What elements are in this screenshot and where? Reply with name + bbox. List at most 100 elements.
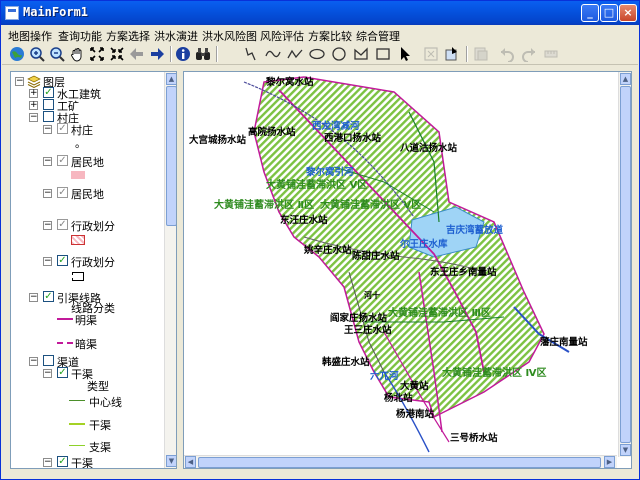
- layer-row[interactable]: − ✓ 村庄: [13, 122, 163, 137]
- title-bar[interactable]: MainForm1 _ □ ×: [1, 1, 639, 25]
- menu-query[interactable]: 查询功能: [58, 28, 102, 44]
- map-label[interactable]: 高院扬水站: [248, 124, 296, 138]
- layer-checkbox[interactable]: [43, 111, 54, 122]
- map-label[interactable]: 大宫城扬水站: [189, 132, 246, 146]
- map-label[interactable]: 尔王庄水库: [400, 236, 448, 250]
- expander[interactable]: −: [43, 257, 52, 266]
- layer-checkbox[interactable]: [43, 99, 54, 110]
- close-button[interactable]: ×: [619, 4, 637, 22]
- pan-hand-icon[interactable]: [68, 45, 86, 63]
- expander[interactable]: −: [43, 458, 52, 467]
- expander[interactable]: −: [29, 113, 38, 122]
- layer-row[interactable]: − ✓ 居民地: [13, 154, 163, 169]
- scroll-down-arrow[interactable]: ▼: [166, 455, 176, 467]
- layer-checkbox[interactable]: ✓: [43, 87, 54, 98]
- expander[interactable]: −: [29, 293, 38, 302]
- draw-curve-icon[interactable]: [264, 45, 282, 63]
- zoom-in-icon[interactable]: [28, 45, 46, 63]
- expander[interactable]: −: [43, 125, 52, 134]
- layer-checkbox[interactable]: ✓: [43, 291, 54, 302]
- map-view[interactable]: 黎尔窝水站 大宫城扬水站 高院扬水站 西港口扬水站 八道沽扬水站 西龙湾减河 黎…: [183, 71, 632, 469]
- map-label[interactable]: 六兀河: [370, 368, 399, 382]
- menu-risk-assess[interactable]: 风险评估: [260, 28, 304, 44]
- map-label[interactable]: 黎尔窝水站: [266, 74, 314, 88]
- map-label[interactable]: 三号桥水站: [450, 430, 498, 444]
- measure-icon[interactable]: [542, 45, 560, 63]
- clear-select-icon[interactable]: [422, 45, 440, 63]
- back-icon[interactable]: [128, 45, 146, 63]
- layer-row[interactable]: − ✓ 行政划分: [13, 254, 163, 269]
- scroll-thumb[interactable]: [198, 457, 601, 468]
- maximize-button[interactable]: □: [600, 4, 618, 22]
- map-label[interactable]: 吉庆湾蓄放道: [446, 222, 503, 236]
- layer-checkbox[interactable]: ✓: [57, 219, 68, 230]
- scroll-thumb[interactable]: [620, 86, 631, 443]
- expander[interactable]: −: [43, 157, 52, 166]
- edit-vertex-icon[interactable]: [444, 45, 462, 63]
- map-label[interactable]: 韩盛庄水站: [322, 354, 370, 368]
- layer-checkbox[interactable]: ✓: [57, 187, 68, 198]
- menu-scheme-compare[interactable]: 方案比较: [308, 28, 352, 44]
- menu-flood-routing[interactable]: 洪水演进: [154, 28, 198, 44]
- layer-checkbox[interactable]: [43, 355, 54, 366]
- zoom-out-icon[interactable]: [48, 45, 66, 63]
- map-label[interactable]: 藩庄南量站: [540, 334, 588, 348]
- draw-ellipse-icon[interactable]: [308, 45, 326, 63]
- draw-freehand-icon[interactable]: [242, 45, 260, 63]
- undo-icon[interactable]: [498, 45, 516, 63]
- layer-checkbox[interactable]: ✓: [57, 255, 68, 266]
- layer-props-icon[interactable]: [472, 45, 490, 63]
- draw-polygon-icon[interactable]: [352, 45, 370, 63]
- map-label[interactable]: 东汪庄水站: [280, 212, 328, 226]
- redo-icon[interactable]: [520, 45, 538, 63]
- expander[interactable]: −: [29, 357, 38, 366]
- layer-checkbox[interactable]: ✓: [57, 367, 68, 378]
- toc-scrollbar[interactable]: ▲ ▼: [164, 72, 176, 468]
- map-label[interactable]: 王三庄水站: [344, 322, 392, 336]
- menu-flood-risk-map[interactable]: 洪水风险图: [202, 28, 257, 44]
- map-vscrollbar[interactable]: ▲ ▼: [618, 72, 631, 457]
- scroll-down-arrow[interactable]: ▼: [620, 444, 631, 456]
- layer-checkbox[interactable]: ✓: [57, 155, 68, 166]
- map-label[interactable]: 杨北站: [384, 390, 413, 404]
- map-hscrollbar[interactable]: ◀ ▶: [184, 455, 617, 468]
- map-label[interactable]: 河十: [364, 290, 380, 301]
- draw-polyline-icon[interactable]: [286, 45, 304, 63]
- expander[interactable]: −: [43, 369, 52, 378]
- layer-row[interactable]: − ✓ 行政划分: [13, 218, 163, 233]
- map-label[interactable]: 西龙湾减河: [312, 118, 360, 132]
- full-extent-icon[interactable]: [88, 45, 106, 63]
- find-binoculars-icon[interactable]: [194, 45, 212, 63]
- expander[interactable]: +: [29, 101, 38, 110]
- select-pointer-icon[interactable]: [396, 45, 414, 63]
- expander[interactable]: +: [29, 89, 38, 98]
- scroll-left-arrow[interactable]: ◀: [185, 456, 196, 468]
- map-label[interactable]: 杨港南站: [396, 406, 434, 420]
- draw-rectangle-icon[interactable]: [374, 45, 392, 63]
- menu-map-ops[interactable]: 地图操作: [8, 28, 52, 44]
- expander[interactable]: −: [43, 189, 52, 198]
- layer-checkbox[interactable]: ✓: [57, 456, 68, 467]
- map-label[interactable]: 东王庄乡南量站: [430, 264, 497, 278]
- map-label[interactable]: 西港口扬水站: [324, 130, 381, 144]
- globe-icon[interactable]: [8, 45, 26, 63]
- scroll-thumb[interactable]: [166, 86, 176, 226]
- map-label[interactable]: 八道沽扬水站: [400, 140, 457, 154]
- layer-row[interactable]: − ✓ 干渠: [13, 455, 163, 468]
- layer-checkbox[interactable]: ✓: [57, 123, 68, 134]
- expander[interactable]: −: [43, 221, 52, 230]
- map-label[interactable]: 姚辛庄水站: [304, 242, 352, 256]
- info-icon[interactable]: [174, 45, 192, 63]
- layer-row[interactable]: − ✓ 居民地: [13, 186, 163, 201]
- scroll-up-arrow[interactable]: ▲: [166, 73, 176, 85]
- menu-scheme-select[interactable]: 方案选择: [106, 28, 150, 44]
- map-label[interactable]: 陈甜庄水站: [352, 248, 400, 262]
- minimize-button[interactable]: _: [581, 4, 599, 22]
- scroll-right-arrow[interactable]: ▶: [604, 456, 615, 468]
- forward-icon[interactable]: [148, 45, 166, 63]
- scroll-up-arrow[interactable]: ▲: [620, 73, 631, 85]
- menu-integrated-mgmt[interactable]: 综合管理: [356, 28, 400, 44]
- expander[interactable]: −: [15, 77, 24, 86]
- fixed-zoom-icon[interactable]: [108, 45, 126, 63]
- draw-circle-icon[interactable]: [330, 45, 348, 63]
